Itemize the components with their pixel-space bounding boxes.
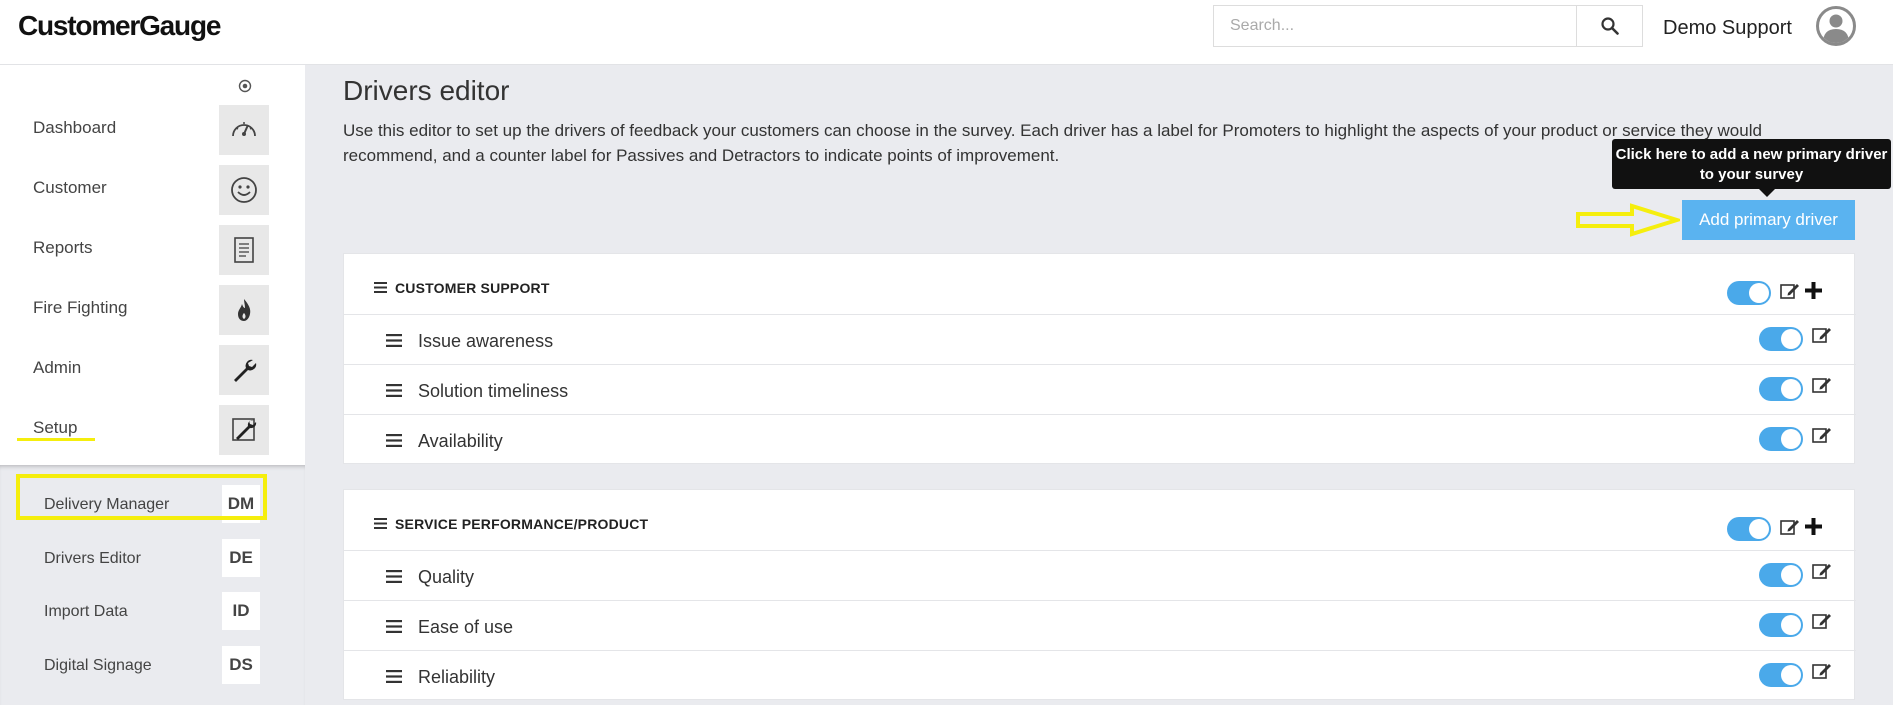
setup-tools-icon [219, 405, 269, 455]
submenu-item-label: Drivers Editor [44, 550, 141, 567]
driver-row: Issue awareness [344, 315, 1856, 365]
driver-row: Availability [344, 415, 1856, 465]
sidebar-item-setup[interactable]: Setup [0, 405, 305, 461]
search-button[interactable] [1576, 6, 1642, 46]
driver-group-header: CUSTOMER SUPPORT [344, 254, 1856, 315]
group-toggle[interactable] [1727, 281, 1771, 305]
edit-icon[interactable] [1812, 376, 1832, 394]
driver-row: Solution timeliness [344, 365, 1856, 415]
drag-handle-icon[interactable] [386, 670, 402, 683]
driver-group-card: SERVICE PERFORMANCE/PRODUCT Quality Ease… [343, 489, 1856, 701]
submenu-item-import-data[interactable]: Import Data ID [0, 589, 305, 633]
add-plus-icon[interactable] [1805, 518, 1822, 535]
driver-label: Availability [418, 431, 503, 451]
sidebar-item-dashboard[interactable]: Dashboard [0, 105, 305, 161]
document-icon [219, 225, 269, 275]
pin-icon [238, 79, 252, 93]
driver-toggle[interactable] [1759, 613, 1803, 637]
wrench-icon [219, 345, 269, 395]
drag-handle-icon[interactable] [386, 384, 402, 397]
submenu-item-drivers-editor[interactable]: Drivers Editor DE [0, 536, 305, 580]
speedometer-icon [219, 105, 269, 155]
driver-row: Quality [344, 551, 1856, 601]
driver-toggle[interactable] [1759, 327, 1803, 351]
drag-handle-icon[interactable] [386, 434, 402, 447]
driver-label: Reliability [418, 667, 496, 687]
driver-label: Issue awareness [418, 331, 554, 351]
sidebar-item-label: Setup [33, 418, 78, 437]
submenu-item-label: Digital Signage [44, 657, 152, 674]
submenu-badge: ID [222, 592, 260, 630]
driver-label: Quality [418, 567, 475, 587]
sidebar: Dashboard Customer Reports Fire Fighting… [0, 65, 305, 705]
driver-group-header: SERVICE PERFORMANCE/PRODUCT [344, 490, 1856, 551]
edit-icon[interactable] [1780, 518, 1800, 536]
user-avatar-icon [1823, 14, 1849, 43]
sidebar-item-label: Admin [33, 358, 82, 377]
page-description: Use this editor to set up the drivers of… [343, 121, 1762, 165]
add-primary-driver-button[interactable]: Add primary driver [1682, 200, 1855, 240]
app-logo[interactable]: CustomerGauge [18, 10, 221, 42]
avatar[interactable] [1816, 6, 1856, 46]
edit-icon[interactable] [1812, 612, 1832, 630]
driver-row: Ease of use [344, 601, 1856, 651]
driver-label: Ease of use [418, 617, 514, 637]
drag-handle-icon[interactable] [386, 570, 402, 583]
sidebar-item-label: Customer [33, 178, 107, 197]
arrow-annotation-icon [1576, 203, 1680, 237]
driver-toggle[interactable] [1759, 563, 1803, 587]
edit-icon[interactable] [1812, 426, 1832, 444]
submenu-badge: DS [222, 646, 260, 684]
driver-row: Reliability [344, 651, 1856, 701]
drag-handle-icon[interactable] [374, 518, 387, 529]
drag-handle-icon[interactable] [386, 334, 402, 347]
submenu-item-label: Import Data [44, 603, 128, 620]
group-toggle[interactable] [1727, 517, 1771, 541]
sidebar-item-label: Reports [33, 238, 93, 257]
sidebar-item-fire-fighting[interactable]: Fire Fighting [0, 285, 305, 341]
sidebar-item-reports[interactable]: Reports [0, 225, 305, 281]
top-bar: CustomerGauge Demo Support [0, 0, 1893, 65]
drag-handle-icon[interactable] [386, 620, 402, 633]
search-icon [1600, 17, 1619, 35]
driver-group-title: CUSTOMER SUPPORT [395, 280, 550, 296]
edit-icon[interactable] [1812, 662, 1832, 680]
driver-label: Solution timeliness [418, 381, 569, 401]
driver-toggle[interactable] [1759, 427, 1803, 451]
fire-icon [219, 285, 269, 335]
edit-icon[interactable] [1812, 326, 1832, 344]
driver-toggle[interactable] [1759, 377, 1803, 401]
submenu-item-digital-signage[interactable]: Digital Signage DS [0, 643, 305, 687]
drag-handle-icon[interactable] [374, 282, 387, 293]
sidebar-item-label: Fire Fighting [33, 298, 128, 317]
user-menu-name[interactable]: Demo Support [1663, 17, 1792, 40]
add-driver-tooltip: Click here to add a new primary driver t… [1612, 139, 1891, 189]
sidebar-item-customer[interactable]: Customer [0, 165, 305, 221]
drivers-editor-highlight-box [16, 474, 267, 520]
search-box [1213, 5, 1643, 47]
add-plus-icon[interactable] [1805, 282, 1822, 299]
submenu-badge: DE [222, 539, 260, 577]
tooltip-arrow [1759, 189, 1775, 197]
edit-icon[interactable] [1780, 282, 1800, 300]
search-input[interactable] [1214, 6, 1576, 46]
smiley-icon [219, 165, 269, 215]
active-underline [17, 438, 95, 441]
pin-sidebar-button[interactable] [238, 79, 252, 98]
sidebar-item-label: Dashboard [33, 118, 117, 137]
driver-group-title: SERVICE PERFORMANCE/PRODUCT [395, 516, 649, 532]
page-title: Drivers editor [343, 75, 510, 106]
driver-toggle[interactable] [1759, 663, 1803, 687]
sidebar-item-admin[interactable]: Admin [0, 345, 305, 401]
edit-icon[interactable] [1812, 562, 1832, 580]
driver-group-card: CUSTOMER SUPPORT Issue awareness Solutio… [343, 253, 1856, 465]
